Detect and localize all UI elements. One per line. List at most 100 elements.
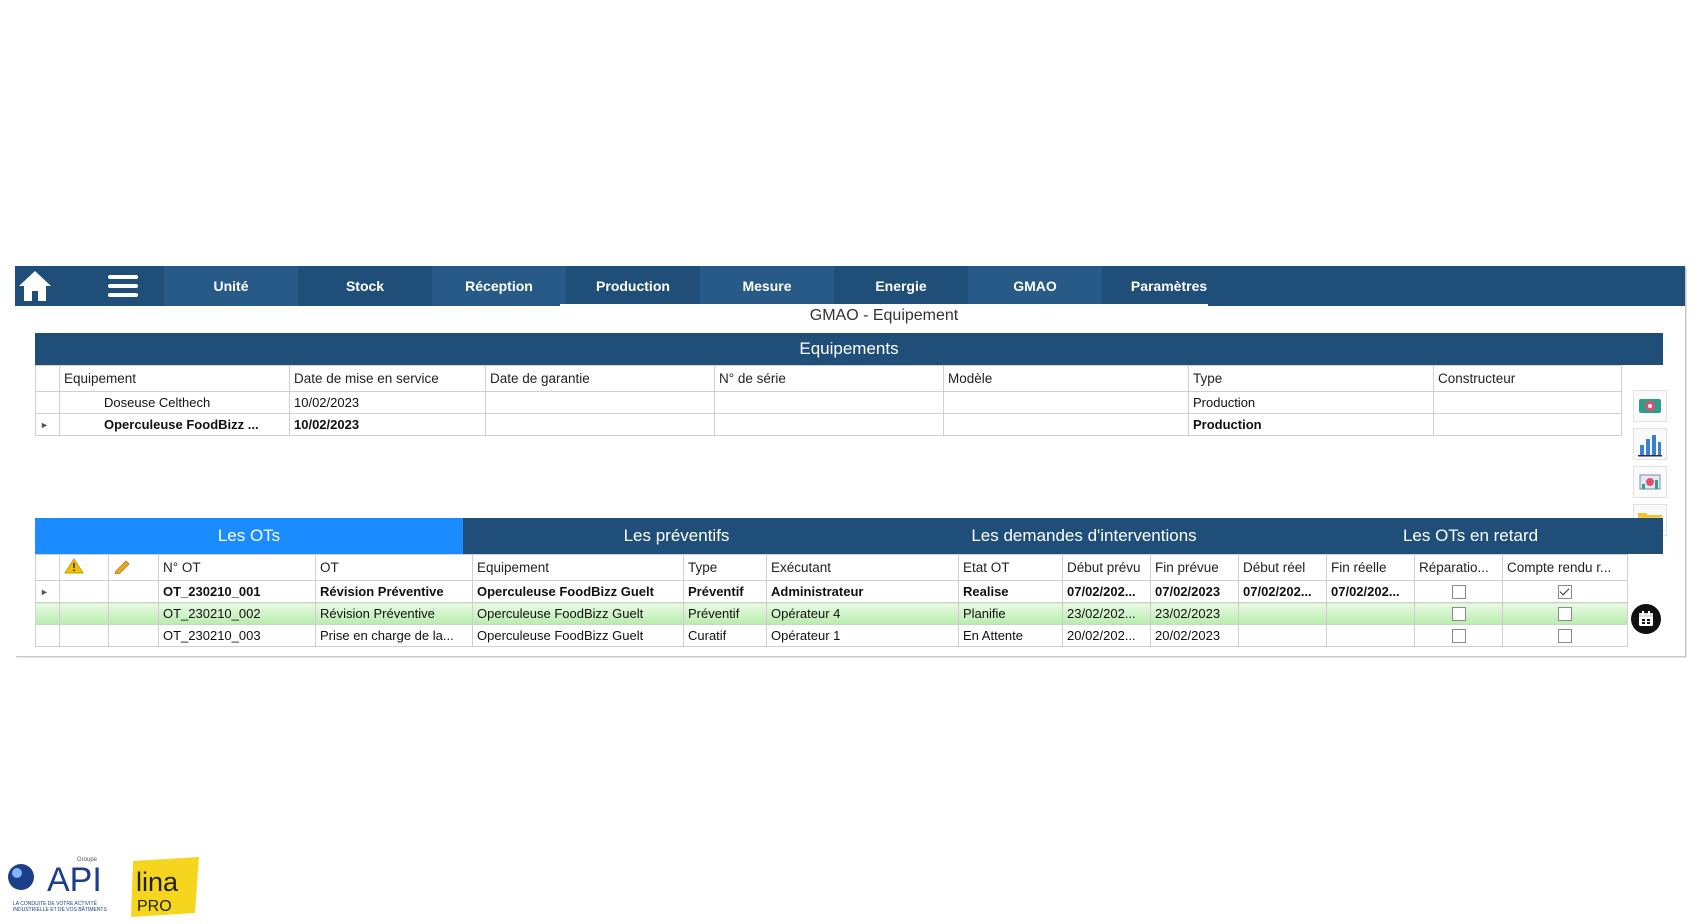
table-row[interactable]: OT_230210_003 Prise en charge de la... O…: [35, 624, 1628, 647]
cell-edit[interactable]: [108, 602, 159, 625]
api-tagline-2: INDUSTRIELLE ET DE VOS BÂTIMENTS: [13, 906, 107, 913]
cell-type: Production: [1188, 391, 1434, 414]
table-header-row: N° OT OT Equipement Type Exécutant Etat …: [35, 554, 1628, 581]
column-header[interactable]: Date de mise en service: [289, 365, 486, 392]
equipment-chart-button[interactable]: [1633, 466, 1667, 498]
cell-type: Préventif: [683, 602, 767, 625]
nav-tab-stock[interactable]: Stock: [298, 266, 432, 306]
cell-ot: Révision Préventive: [315, 580, 473, 603]
cell-fin-reelle: [1326, 624, 1415, 647]
column-header[interactable]: Début réel: [1238, 554, 1327, 581]
nav-tab-unite[interactable]: Unité: [164, 266, 298, 306]
cell-serie: [714, 413, 944, 436]
cell-edit[interactable]: [108, 624, 159, 647]
pencil-icon: [114, 560, 130, 575]
column-header[interactable]: N° de série: [714, 365, 944, 392]
column-header[interactable]: Fin prévue: [1150, 554, 1239, 581]
table-row[interactable]: Doseuse Celthech 10/02/2023 Production: [35, 391, 1622, 414]
nav-tab-reception[interactable]: Réception: [432, 266, 566, 306]
column-header[interactable]: Constructeur: [1433, 365, 1622, 392]
cell-type: Curatif: [683, 624, 767, 647]
column-header[interactable]: OT: [315, 554, 473, 581]
tab-les-ots[interactable]: Les OTs: [35, 518, 463, 554]
cell-edit[interactable]: [108, 580, 159, 603]
table-row[interactable]: ► Operculeuse FoodBizz ... 10/02/2023 Pr…: [35, 413, 1622, 436]
row-selected-arrow-icon: ►: [35, 413, 60, 436]
cell-ot: Révision Préventive: [315, 602, 473, 625]
column-header[interactable]: Equipement: [59, 365, 290, 392]
table-row[interactable]: OT_230210_002 Révision Préventive Opercu…: [35, 602, 1628, 625]
equipements-header: Equipements: [35, 333, 1663, 365]
reparation-checkbox[interactable]: [1451, 585, 1466, 600]
api-lina-pro-logo: Groupe API LA CONDUITE DE VOTRE ACTIVITÉ…: [8, 857, 199, 917]
cell-date-service: 10/02/2023: [289, 413, 486, 436]
tab-ots-en-retard[interactable]: Les OTs en retard: [1278, 518, 1663, 554]
cell-fin-prevue: 20/02/2023: [1150, 624, 1239, 647]
column-header[interactable]: Compte rendu r...: [1502, 554, 1628, 581]
cell-alert: [59, 602, 109, 625]
column-header[interactable]: Réparatio...: [1414, 554, 1503, 581]
cell-alert: [59, 624, 109, 647]
nav-tab-gmao[interactable]: GMAO: [968, 266, 1102, 306]
cell-debut-reel: [1238, 602, 1327, 625]
compte-rendu-checkbox[interactable]: [1558, 607, 1572, 622]
brand-logos: Groupe API LA CONDUITE DE VOTRE ACTIVITÉ…: [5, 855, 205, 919]
cell-modele: [943, 413, 1189, 436]
column-header[interactable]: Type: [683, 554, 767, 581]
cell-date-service: 10/02/2023: [289, 391, 486, 414]
cell-date-garantie: [485, 413, 715, 436]
cell-reparation: [1414, 602, 1503, 625]
reparation-checkbox[interactable]: [1451, 629, 1466, 644]
cell-num-ot: OT_230210_003: [158, 624, 316, 647]
column-header[interactable]: N° OT: [158, 554, 316, 581]
cell-num-ot: OT_230210_002: [158, 602, 316, 625]
cell-modele: [943, 391, 1189, 414]
nav-tab-production[interactable]: Production: [566, 266, 700, 306]
column-header[interactable]: Etat OT: [958, 554, 1063, 581]
column-header[interactable]: Fin réelle: [1326, 554, 1415, 581]
cell-equipement: Doseuse Celthech: [59, 391, 290, 414]
tab-les-preventifs[interactable]: Les préventifs: [463, 518, 890, 554]
lina-logo-text: lina: [136, 867, 179, 897]
hamburger-menu-button[interactable]: [107, 271, 139, 301]
cell-compte-rendu: [1502, 624, 1628, 647]
statistics-button[interactable]: [1633, 428, 1667, 460]
cell-fin-reelle: 07/02/202...: [1326, 580, 1415, 603]
cell-serie: [714, 391, 944, 414]
column-header-edit[interactable]: [108, 554, 159, 581]
equipment-settings-button[interactable]: [1633, 390, 1667, 422]
row-indicator-header: [35, 365, 60, 392]
column-header[interactable]: Début prévu: [1062, 554, 1151, 581]
nav-tab-parametres[interactable]: Paramètres: [1102, 266, 1236, 306]
reparation-checkbox[interactable]: [1451, 607, 1466, 622]
cell-num-ot: OT_230210_001: [158, 580, 316, 603]
nav-tab-energie[interactable]: Energie: [834, 266, 968, 306]
cell-executant: Administrateur: [766, 580, 959, 603]
home-icon: [19, 271, 51, 301]
column-header[interactable]: Type: [1188, 365, 1434, 392]
row-indicator: [35, 602, 60, 625]
column-header[interactable]: Modèle: [943, 365, 1189, 392]
cell-equipement: Operculeuse FoodBizz Guelt: [472, 624, 684, 647]
tab-demandes-interventions[interactable]: Les demandes d'interventions: [890, 518, 1278, 554]
equipment-chart-icon: [1639, 474, 1661, 490]
cell-fin-reelle: [1326, 602, 1415, 625]
cell-type: Préventif: [683, 580, 767, 603]
column-header[interactable]: Date de garantie: [485, 365, 715, 392]
ot-tab-bar: Les OTs Les préventifs Les demandes d'in…: [35, 518, 1663, 554]
cell-debut-prevu: 20/02/202...: [1062, 624, 1151, 647]
cell-constructeur: [1433, 391, 1622, 414]
compte-rendu-checkbox[interactable]: [1558, 629, 1572, 644]
cell-etat: Planifie: [958, 602, 1063, 625]
table-row[interactable]: ► OT_230210_001 Révision Préventive Oper…: [35, 580, 1628, 603]
home-button[interactable]: [15, 266, 55, 306]
column-header[interactable]: Equipement: [472, 554, 684, 581]
equipment-settings-icon: [1639, 399, 1661, 413]
nav-tab-mesure[interactable]: Mesure: [700, 266, 834, 306]
column-header-alert[interactable]: [59, 554, 109, 581]
top-navbar: Unité Stock Réception Production Mesure …: [15, 266, 1685, 306]
compte-rendu-checkbox[interactable]: [1558, 585, 1572, 600]
calendar-button[interactable]: [1631, 604, 1661, 634]
cell-fin-prevue: 07/02/2023: [1150, 580, 1239, 603]
column-header[interactable]: Exécutant: [766, 554, 959, 581]
